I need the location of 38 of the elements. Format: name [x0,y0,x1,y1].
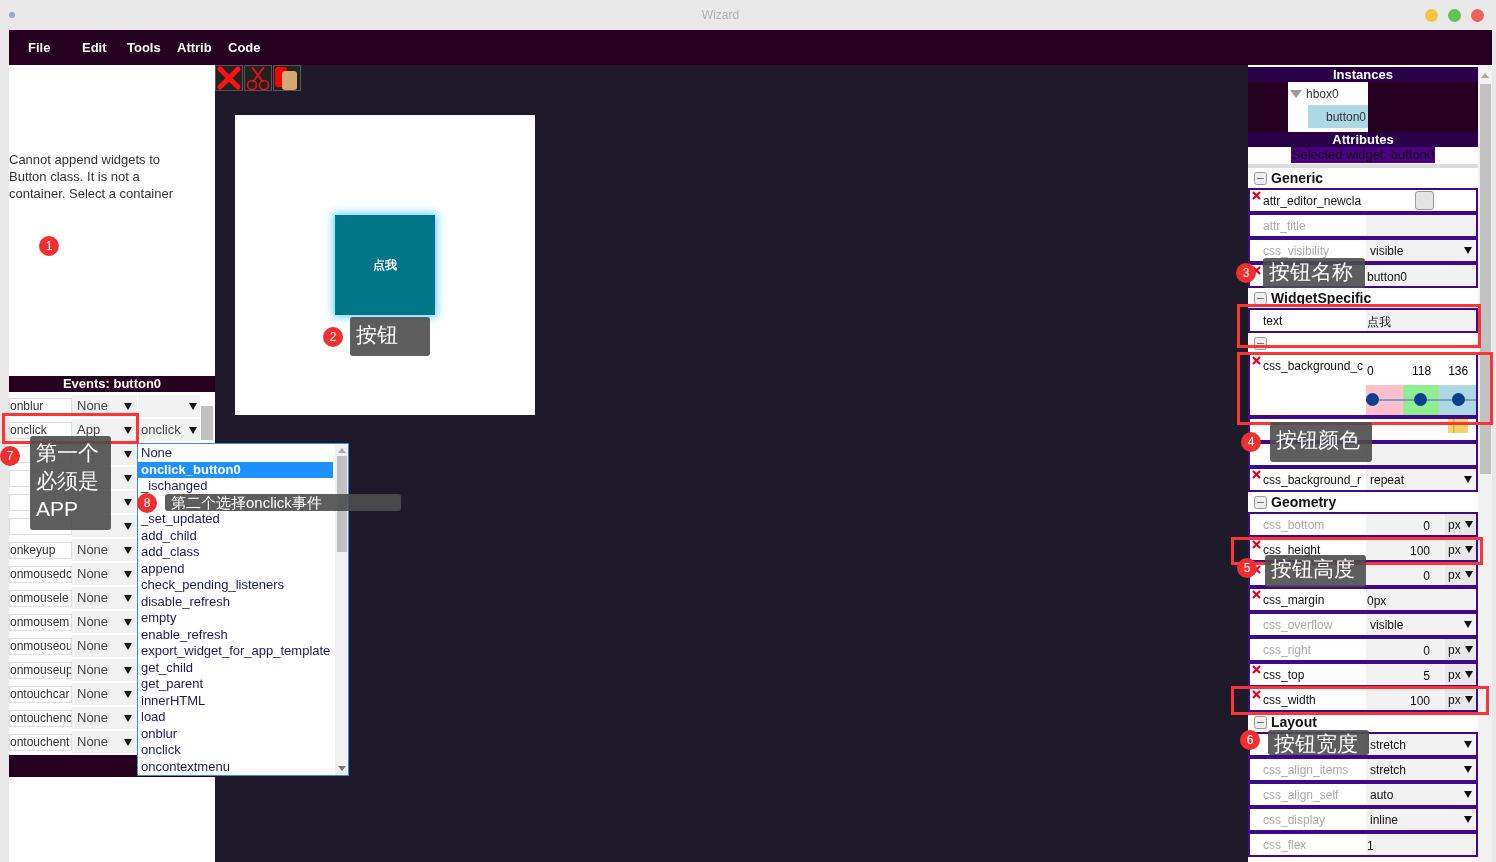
callout-tooltip: 按钮宽度 [1268,730,1369,755]
callout-tooltip: 第一个必须是APP [30,436,111,530]
attribute-name: attr_editor_newcla [1263,193,1362,210]
attribute-name: css_height [1263,542,1321,558]
group-title: WidgetSpecific [1271,288,1372,308]
group-title: Layout [1271,712,1317,732]
message-text: Cannot append widgets to Button class. It is not a container. Select a container [9,151,175,202]
attribute-name: css_display [1263,812,1326,829]
callout-tooltip: 第二个选择onclick事件 [165,494,401,511]
attribute-name: css_margin [1263,592,1325,609]
slider-value: 136 [1447,363,1470,380]
attribute-name: attr_title [1263,218,1306,235]
window-title: Wizard [700,7,741,24]
attribute-name: css_width [1263,692,1316,709]
attribute-name: text [1263,313,1283,330]
selected-widget-label: Selected widget: button0 [1290,147,1436,163]
callout-tooltip: 按钮名称 [1263,258,1365,288]
panel-title: Events: button0 [9,376,215,392]
attribute-name: css_right [1263,642,1312,659]
group-title: Geometry [1271,492,1337,512]
attribute-name: css_visibility [1263,243,1329,260]
panel-title: Attributes [1248,132,1478,147]
slider-value: 0 [1366,363,1375,380]
slider-value: 118 [1410,363,1433,380]
attribute-name: css_background_r [1263,472,1362,489]
attribute-name: css_bottom [1263,517,1325,534]
callout-tooltip: 按钮高度 [1265,555,1366,587]
panel-title: Instances [1248,67,1478,82]
attribute-name: css_overflow [1263,617,1333,634]
attribute-name: css_background_c [1263,358,1364,375]
attribute-name: css_align_items [1263,762,1349,779]
attribute-name: css_align_self [1263,787,1339,804]
callout-tooltip: 按钮 [350,317,430,356]
group-title: Generic [1271,168,1324,188]
step-number: 7 [0,446,20,466]
callout-tooltip: 按钮颜色 [1270,422,1372,462]
attribute-name: css_flex [1263,837,1307,854]
attribute-name: css_top [1263,667,1305,684]
